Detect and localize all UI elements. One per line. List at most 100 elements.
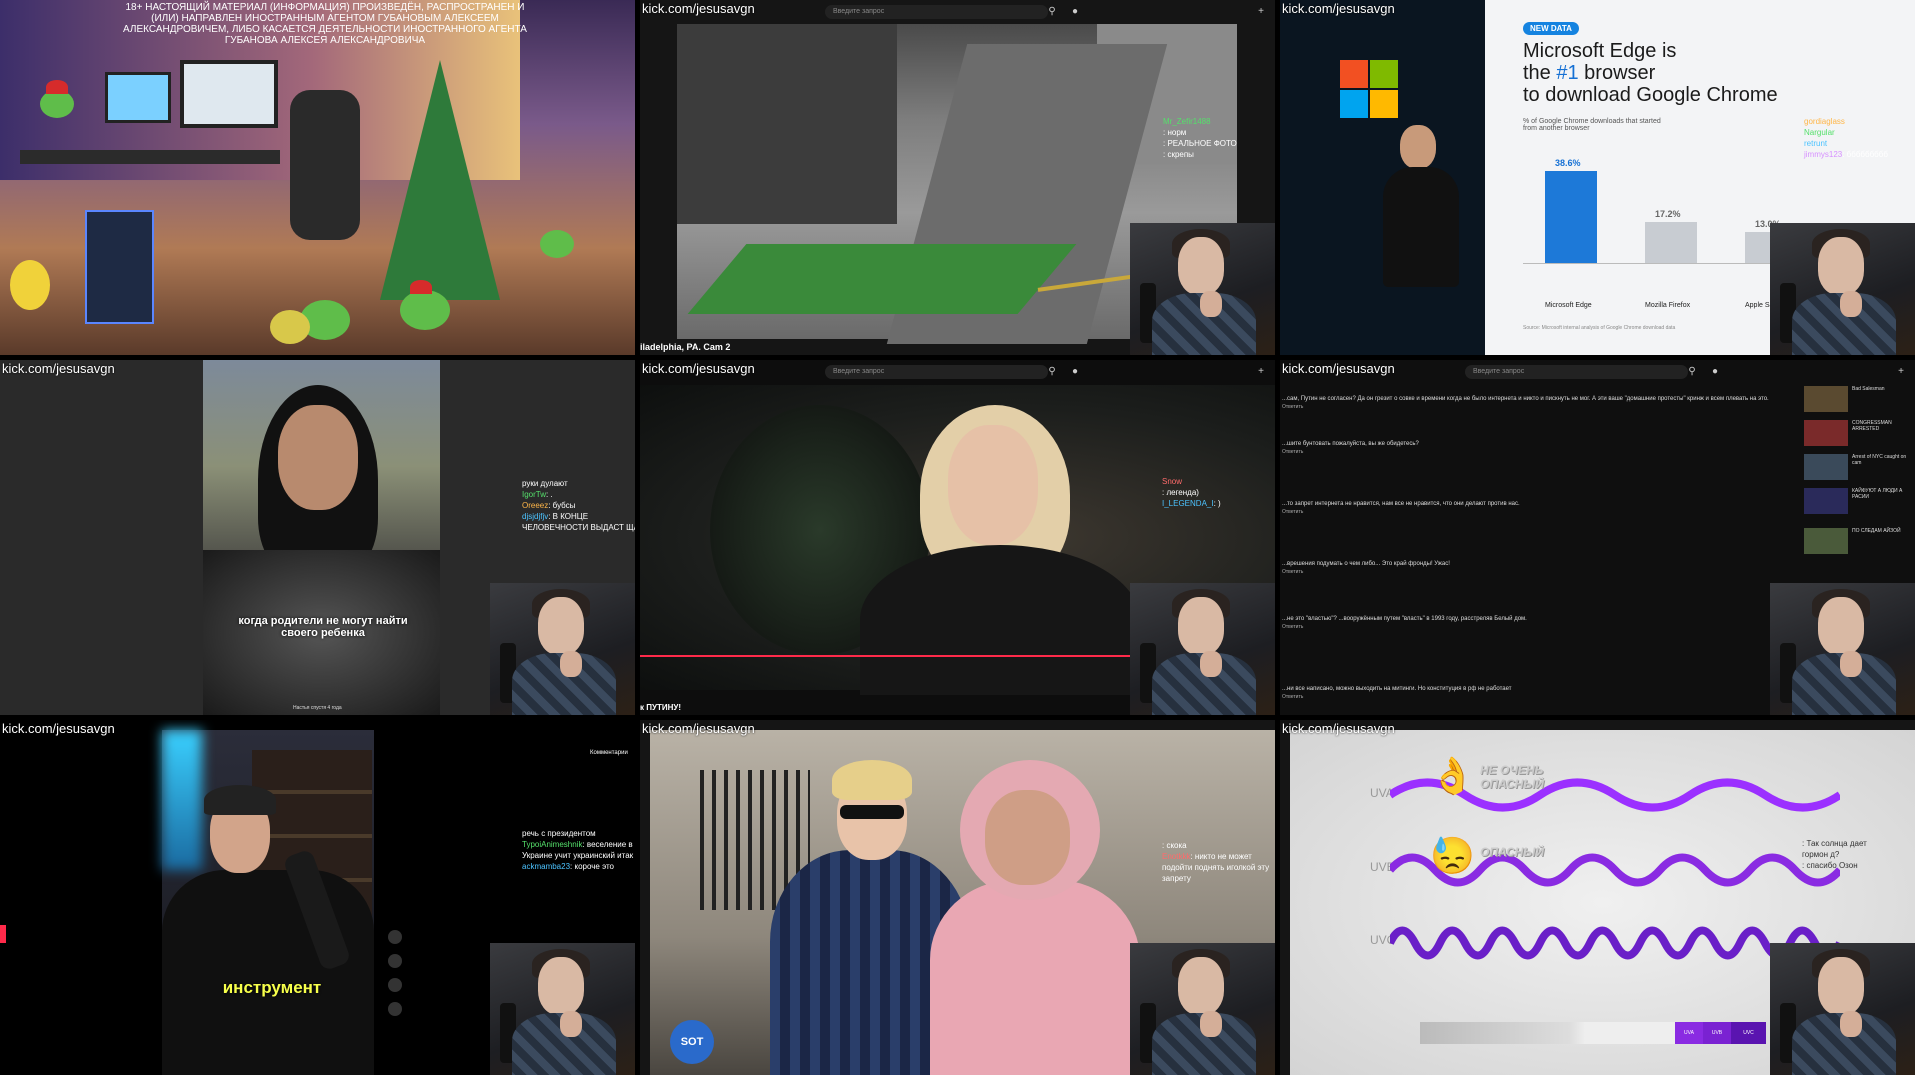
like-icon[interactable] [388,930,402,944]
search-icon[interactable]: ⚲ [1045,5,1059,19]
chat-message: запрету [1162,874,1191,883]
video-thumbnail[interactable] [1804,420,1848,446]
slide-title-part: the [1523,62,1557,84]
video-title[interactable]: Bad Salesman [1852,386,1914,392]
mic-icon[interactable]: ● [1708,365,1722,379]
video-tiny-text: Настья спустя 4 года [293,705,342,711]
stream-url[interactable]: kick.com/jesusavgn [0,720,117,737]
pepe-plush [400,290,450,330]
chat-message: подойти поднять иголкой эту [1162,863,1270,872]
santa-hat-icon [410,280,432,294]
comment-text: ...сам, Путин не согласен? Да он грезит … [1282,396,1769,402]
tile-interview[interactable]: kick.com/jesusavgn Введите запрос ⚲ ● + … [640,360,1275,715]
tile-street-interview[interactable]: kick.com/jesusavgn SOT : скока Enotkkk: … [640,720,1275,1075]
tile-studio-video[interactable]: kick.com/jesusavgn инструмент Комментари… [0,720,635,1075]
video-title[interactable]: Arrest of NYC caught on cam [1852,454,1914,466]
video-thumbnail[interactable] [1804,488,1848,514]
search-input[interactable]: Введите запрос [825,365,1048,379]
search-icon[interactable]: ⚲ [1045,365,1059,379]
slide-title-part: browser [1578,62,1656,84]
comment: ...то запрет интернета не нравится, нам … [1282,500,1802,516]
webcam-hand [1200,1011,1222,1037]
uva-danger-tag: НЕ ОЧЕНЬ ОПАСНЫЙ [1480,763,1544,791]
stream-url[interactable]: kick.com/jesusavgn [1280,720,1397,737]
video-thumbnail[interactable] [1804,386,1848,412]
reply-button[interactable]: Ответить [1282,568,1802,576]
slide-bar-label: 17.2% [1655,209,1681,219]
tile-street-cam[interactable]: kick.com/jesusavgn Введите запрос ⚲ ● + … [640,0,1275,355]
mic-icon[interactable]: ● [1068,5,1082,19]
plus-icon[interactable]: + [1254,365,1268,379]
video-title[interactable]: ПО СЛЕДАМ АЙЗОЙ [1852,528,1914,534]
comment-icon[interactable] [388,954,402,968]
chat-username: djsjdjfjv [522,512,549,521]
stream-url[interactable]: kick.com/jesusavgn [640,0,757,17]
chat-overlay: : скока Enotkkk: никто не может подойти … [1162,840,1269,884]
related-videos-sidebar: Bad Salesman CONGRESSMAN ARRESTED Arrest… [1804,378,1914,593]
bookmark-icon[interactable] [388,978,402,992]
pepe-plush [540,230,574,258]
video-title[interactable]: КАЙФУЮТ А ЛЮДИ А РАСИИ [1852,488,1914,500]
webcam-face [1178,597,1224,655]
chat-username: TypoiAnimeshnik [522,840,583,849]
video-person-shirt [162,870,374,1075]
building [677,24,897,224]
tile-room-stream[interactable]: 18+ НАСТОЯЩИЙ МАТЕРИАЛ (ИНФОРМАЦИЯ) ПРОИ… [0,0,635,355]
plus-icon[interactable]: + [1254,5,1268,19]
chat-message: : Так солнца дает [1802,839,1867,848]
stream-url[interactable]: kick.com/jesusavgn [0,360,117,377]
share-icon[interactable] [388,1002,402,1016]
chat-message: Украине учит украинский итак [522,851,634,860]
reply-button[interactable]: Ответить [1282,623,1802,631]
spectrum-uvc: UVC [1731,1022,1766,1044]
streamer-webcam [490,943,635,1075]
stream-grid: 18+ НАСТОЯЩИЙ МАТЕРИАЛ (ИНФОРМАЦИЯ) ПРОИ… [0,0,1915,1075]
neon-light [162,730,202,870]
desk [20,150,280,164]
slide-title-line: to download Google Chrome [1523,84,1778,106]
chat-username: Mr_Zefir1488 [1163,117,1211,126]
tile-presentation[interactable]: kick.com/jesusavgn NEW DATA Microsoft Ed… [1280,0,1915,355]
plus-icon[interactable]: + [1894,365,1908,379]
spectrum-uva: UVA [1675,1022,1703,1044]
webcam-hand [560,1011,582,1037]
tile-uv-explainer[interactable]: UVA UVB UVC 👌 НЕ ОЧЕНЬ ОПАСНЫЙ 😓 ОПАСНЫЙ… [1280,720,1915,1075]
chat-message: : веселение в [582,840,633,849]
stream-url[interactable]: kick.com/jesusavgn [640,720,757,737]
presenter-face [1400,125,1436,169]
chat-message: руки дулают [522,479,568,488]
search-icon[interactable]: ⚲ [1685,365,1699,379]
reply-button[interactable]: Ответить [1282,403,1802,411]
mic-icon[interactable]: ● [1068,365,1082,379]
chat-overlay: речь с президентом TypoiAnimeshnik: весе… [522,828,633,872]
tiktok-video: когда родители не могут найти своего реб… [203,360,440,715]
search-input[interactable]: Введите запрос [825,5,1048,19]
monitor-main [180,60,278,128]
tile-youtube-comments[interactable]: kick.com/jesusavgn Введите запрос ⚲ ● + … [1280,360,1915,715]
stream-url[interactable]: kick.com/jesusavgn [640,360,757,377]
video-title[interactable]: CONGRESSMAN ARRESTED [1852,420,1914,432]
reply-button[interactable]: Ответить [1282,693,1802,701]
reply-button[interactable]: Ответить [1282,508,1802,516]
comment: ...сам, Путин не согласен? Да он грезит … [1282,395,1802,411]
santa-hat-icon [46,80,68,94]
slide-bar-name: Mozilla Firefox [1645,302,1691,309]
streamer-webcam [1130,223,1275,355]
video-thumbnail[interactable] [1804,454,1848,480]
comments-label[interactable]: Комментарии [590,750,628,756]
search-input[interactable]: Введите запрос [1465,365,1688,379]
comment: ...ни все написано, можно выходить на ми… [1282,685,1802,701]
chat-username: Oreeez [522,501,549,510]
chat-overlay: руки дулают IgorTw: . Oreeez: бубсы djsj… [522,478,635,533]
stream-url[interactable]: kick.com/jesusavgn [1280,360,1397,377]
video-thumbnail[interactable] [1804,528,1848,554]
uvb-danger-tag: ОПАСНЫЙ [1480,845,1544,859]
video-subtitle: когда родители не могут найти своего реб… [238,615,408,639]
pc-case [85,210,154,324]
stream-url[interactable]: kick.com/jesusavgn [1280,0,1397,17]
live-indicator [0,925,6,943]
tile-tiktok-video[interactable]: kick.com/jesusavgn когда родители не мог… [0,360,635,715]
reply-button[interactable]: Ответить [1282,448,1802,456]
chat-message: : скока [1162,841,1187,850]
slide-badge: NEW DATA [1523,22,1579,35]
